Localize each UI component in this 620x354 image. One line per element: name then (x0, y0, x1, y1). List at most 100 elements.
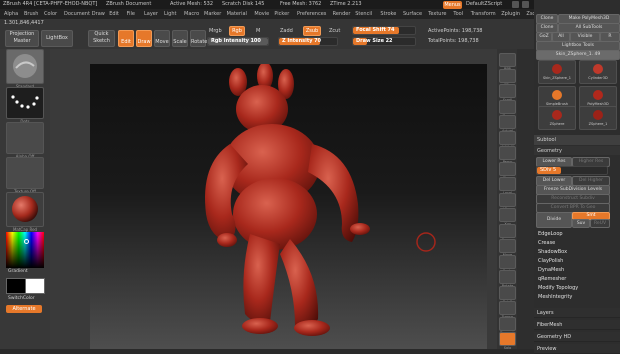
tool-thumb[interactable]: ZSphere_1 (579, 106, 617, 130)
view-polyf-button[interactable]: PolyF (499, 285, 516, 304)
projection-master-button[interactable]: Projection Master (5, 30, 39, 47)
menu-edit[interactable]: Edit (109, 11, 119, 17)
draw-size-slider[interactable]: Draw Size 22 (352, 37, 416, 46)
brush-selector[interactable]: Standard (6, 49, 44, 89)
zsub-toggle[interactable]: Zsub (303, 26, 321, 36)
rotate-button[interactable]: Rotate (190, 30, 207, 47)
texture-selector[interactable]: Texture Off (6, 157, 44, 194)
menu-texture[interactable]: Texture (428, 11, 446, 17)
view-actual-button[interactable]: Actual (499, 115, 516, 133)
menu-stencil[interactable]: Stencil (355, 11, 372, 17)
minimize-icon[interactable] (512, 1, 519, 8)
section-claypolish[interactable]: ClayPolish (536, 256, 608, 265)
panel-layers[interactable]: Layers (534, 308, 620, 318)
mrgb-toggle[interactable]: Mrgb (209, 28, 222, 34)
section-dynamesh[interactable]: DynaMesh (536, 265, 608, 274)
edit-button[interactable]: Edit (118, 30, 134, 47)
rgb-toggle[interactable]: Rgb (229, 26, 245, 36)
current-tool-slider[interactable]: Skin_ZSphere_1. 49 (536, 50, 620, 60)
view-floor-button[interactable]: Floor (499, 161, 516, 180)
view-zoom-button[interactable]: Zoom (499, 99, 516, 118)
menu-marker[interactable]: Marker (204, 11, 221, 17)
view-dynamic-button[interactable]: Dynamic (499, 316, 516, 335)
section-qremesher[interactable]: qRemesher (536, 274, 608, 283)
menu-zplugin[interactable]: Zplugin (501, 11, 520, 17)
geometry-header[interactable]: Geometry (534, 146, 620, 155)
view-xyz-button[interactable]: Xyz (499, 208, 516, 226)
menu-alpha[interactable]: Alpha (4, 11, 18, 17)
view-aahalf-button[interactable]: AAHalf (499, 130, 516, 149)
zadd-toggle[interactable]: Zadd (280, 28, 293, 34)
reuv-button[interactable]: ReUV (590, 219, 610, 228)
menu-document[interactable]: Document (64, 11, 90, 17)
view-rotate-button[interactable]: Rotate (499, 270, 516, 288)
color-picker[interactable] (6, 232, 44, 268)
view-frame-button[interactable]: Frame (499, 223, 516, 242)
tool-thumb[interactable]: Skin_ZSphere_1 (538, 60, 576, 84)
divide-button[interactable]: Divide (536, 212, 572, 228)
focal-shift-slider[interactable]: Focal Shift 74 (352, 26, 416, 35)
menu-brush[interactable]: Brush (24, 11, 38, 17)
view-spix-button[interactable]: SPix (499, 68, 516, 87)
primary-color-swatch[interactable] (6, 278, 26, 294)
suv-toggle[interactable]: Suv (572, 219, 590, 228)
panel-geometry-hd[interactable]: Geometry HD (534, 332, 620, 342)
view-local-button[interactable]: Local (499, 177, 516, 195)
zcut-toggle[interactable]: Zcut (329, 28, 340, 34)
tool-thumb[interactable]: Cylinder3D (579, 60, 617, 84)
section-shadowbox[interactable]: ShadowBox (536, 247, 608, 256)
view-lsym-button[interactable]: LSym (499, 192, 516, 211)
material-selector[interactable]: MatCap Red (6, 192, 44, 232)
menu-light[interactable]: Light (164, 11, 176, 17)
draw-button[interactable]: Draw (136, 30, 152, 47)
gradient-label[interactable]: Gradient (8, 269, 28, 274)
view-bpr-button[interactable]: BPR (499, 53, 516, 71)
z-intensity-slider[interactable]: Z Intensity 70 (278, 37, 338, 46)
secondary-color-swatch[interactable] (25, 278, 45, 294)
panel-preview[interactable]: Preview (534, 344, 620, 354)
menu-material[interactable]: Material (227, 11, 247, 17)
menu-movie[interactable]: Movie (254, 11, 269, 17)
view-scale-button[interactable]: Scale (499, 254, 516, 273)
menu-macro[interactable]: Macro (184, 11, 199, 17)
lightbox-button[interactable]: LightBox (41, 30, 73, 47)
panel-fibermesh[interactable]: FiberMesh (534, 320, 620, 330)
menu-file[interactable]: File (127, 11, 135, 17)
rgb-intensity-slider[interactable]: Rgb Intensity 100 (207, 37, 269, 46)
default-zscript-label[interactable]: DefaultZScript (466, 1, 502, 7)
menu-layer[interactable]: Layer (144, 11, 158, 17)
menu-color[interactable]: Color (44, 11, 57, 17)
menu-preferences[interactable]: Preferences (297, 11, 326, 17)
view-transp-button[interactable]: Transp (499, 301, 516, 319)
section-edgeloop[interactable]: EdgeLoop (536, 229, 608, 238)
menu-draw[interactable]: Draw (92, 11, 105, 17)
menu-transform[interactable]: Transform (471, 11, 496, 17)
close-icon[interactable] (522, 1, 529, 8)
view-move-button[interactable]: Move (499, 239, 516, 257)
menu-tool[interactable]: Tool (453, 11, 463, 17)
tool-thumb[interactable]: ZSphere (538, 106, 576, 130)
view-scroll-button[interactable]: Scroll (499, 84, 516, 102)
section-meshintegrity[interactable]: MeshIntegrity (536, 292, 608, 301)
alpha-selector[interactable]: Alpha Off (6, 122, 44, 159)
menus-button[interactable]: Menus (443, 1, 462, 9)
m-toggle[interactable]: M (256, 28, 260, 34)
document-canvas[interactable] (90, 62, 487, 349)
view-solo-button[interactable]: Solo (499, 332, 516, 350)
viewport[interactable] (50, 49, 497, 349)
section-modify-topology[interactable]: Modify Topology (536, 283, 608, 292)
menu-render[interactable]: Render (333, 11, 351, 17)
subtool-header[interactable]: Subtool (534, 135, 620, 145)
move-button[interactable]: Move (154, 30, 170, 47)
menu-surface[interactable]: Surface (403, 11, 422, 17)
menu-picker[interactable]: Picker (274, 11, 289, 17)
quick-sketch-button[interactable]: Quick Sketch (88, 30, 115, 47)
menu-stroke[interactable]: Stroke (380, 11, 396, 17)
stroke-selector[interactable]: Dots (6, 87, 44, 124)
alternate-button[interactable]: Alternate (6, 305, 42, 313)
switch-color-label[interactable]: SwitchColor (8, 296, 35, 301)
sdiv-slider[interactable]: SDiv 5 (536, 166, 608, 175)
section-crease[interactable]: Crease (536, 238, 608, 247)
view-persp-button[interactable]: Persp (499, 146, 516, 164)
scale-button[interactable]: Scale (172, 30, 188, 47)
